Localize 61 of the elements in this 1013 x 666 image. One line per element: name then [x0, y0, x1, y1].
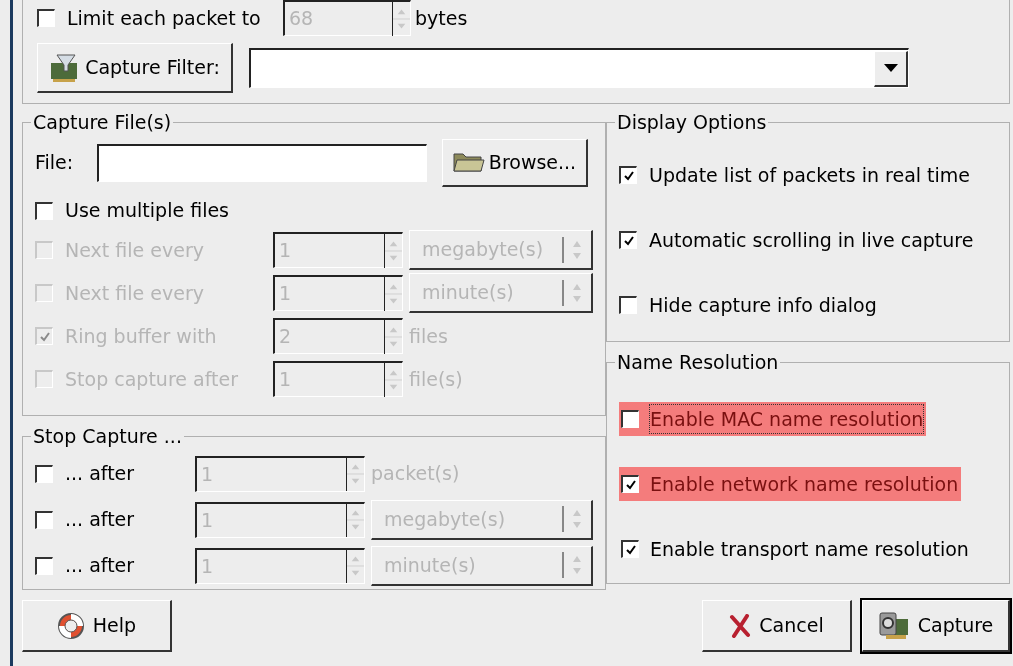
checkbox[interactable]: [619, 166, 637, 184]
help-button[interactable]: Help: [22, 600, 172, 652]
file-field[interactable]: [97, 143, 427, 182]
capture-filter-field[interactable]: [249, 48, 909, 88]
unit-dropdown[interactable]: minute(s): [371, 545, 593, 586]
network-card-icon: [877, 610, 910, 641]
unit-label: bytes: [415, 5, 468, 31]
checkmark-icon: [622, 234, 635, 247]
close-icon: [729, 613, 752, 638]
checkmark-icon: [622, 169, 635, 182]
spinner-arrows-icon[interactable]: [346, 549, 364, 583]
capture-filter-button[interactable]: Capture Filter:: [37, 43, 233, 93]
checkbox-label: ... after: [65, 461, 135, 487]
checkbox-label: Use multiple files: [65, 198, 229, 224]
frame-title: Name Resolution: [616, 350, 780, 375]
checkbox[interactable]: [35, 556, 53, 575]
browse-button[interactable]: Browse...: [442, 138, 588, 187]
checkbox[interactable]: [619, 231, 637, 249]
life-ring-icon: [56, 611, 85, 640]
checkbox-label: Next file every: [65, 280, 204, 306]
unit-label: file(s): [409, 367, 463, 390]
unit-label: files: [409, 324, 448, 347]
unit-dropdown[interactable]: megabyte(s): [371, 499, 593, 540]
checkmark-icon: [624, 543, 637, 556]
checkbox[interactable]: [35, 510, 53, 529]
checkbox-label: Enable MAC name resolution: [649, 403, 925, 435]
spin-field[interactable]: 1: [195, 501, 365, 538]
checkbox[interactable]: [37, 9, 55, 27]
spin-field[interactable]: 1: [195, 547, 365, 584]
frame-title: Display Options: [616, 110, 768, 135]
checkbox-label: Hide capture info dialog: [649, 292, 877, 318]
checkbox-label: Ring buffer with: [65, 323, 217, 349]
checkbox[interactable]: [619, 296, 637, 314]
checkbox[interactable]: [621, 475, 639, 493]
checkbox-label: Stop capture after: [65, 366, 238, 392]
checkbox[interactable]: [35, 201, 53, 220]
spin-field[interactable]: 1: [195, 455, 365, 492]
checkbox-label: ... after: [65, 507, 135, 533]
checkmark-icon: [624, 478, 637, 491]
spinner-arrows-icon[interactable]: [346, 503, 364, 537]
cancel-button[interactable]: Cancel: [702, 600, 852, 652]
checkbox-label: Enable network name resolution: [649, 471, 960, 497]
spinner-arrows-icon[interactable]: [346, 457, 364, 491]
checkbox[interactable]: [35, 464, 53, 483]
checkbox-label: Next file every: [65, 237, 204, 263]
caret-down-icon: [883, 64, 898, 72]
checkbox-label: ... after: [65, 553, 135, 579]
dropdown-button[interactable]: [874, 50, 908, 87]
checkbox-label: Enable transport name resolution: [649, 536, 970, 562]
capture-button[interactable]: Capture: [862, 600, 1010, 652]
field-label: File:: [35, 150, 75, 176]
unit-label: packet(s): [371, 462, 460, 485]
folder-icon: [452, 151, 485, 173]
frame-title: Stop Capture ...: [32, 424, 183, 449]
checkbox-label: Update list of packets in real time: [649, 162, 971, 188]
frame-title: Capture File(s): [32, 110, 173, 135]
checkbox[interactable]: [621, 410, 639, 428]
checkmark-icon: [38, 330, 51, 343]
checkbox-label: Limit each packet to: [67, 5, 262, 31]
checkbox-label: Automatic scrolling in live capture: [649, 227, 974, 253]
checkbox[interactable]: [621, 540, 639, 558]
